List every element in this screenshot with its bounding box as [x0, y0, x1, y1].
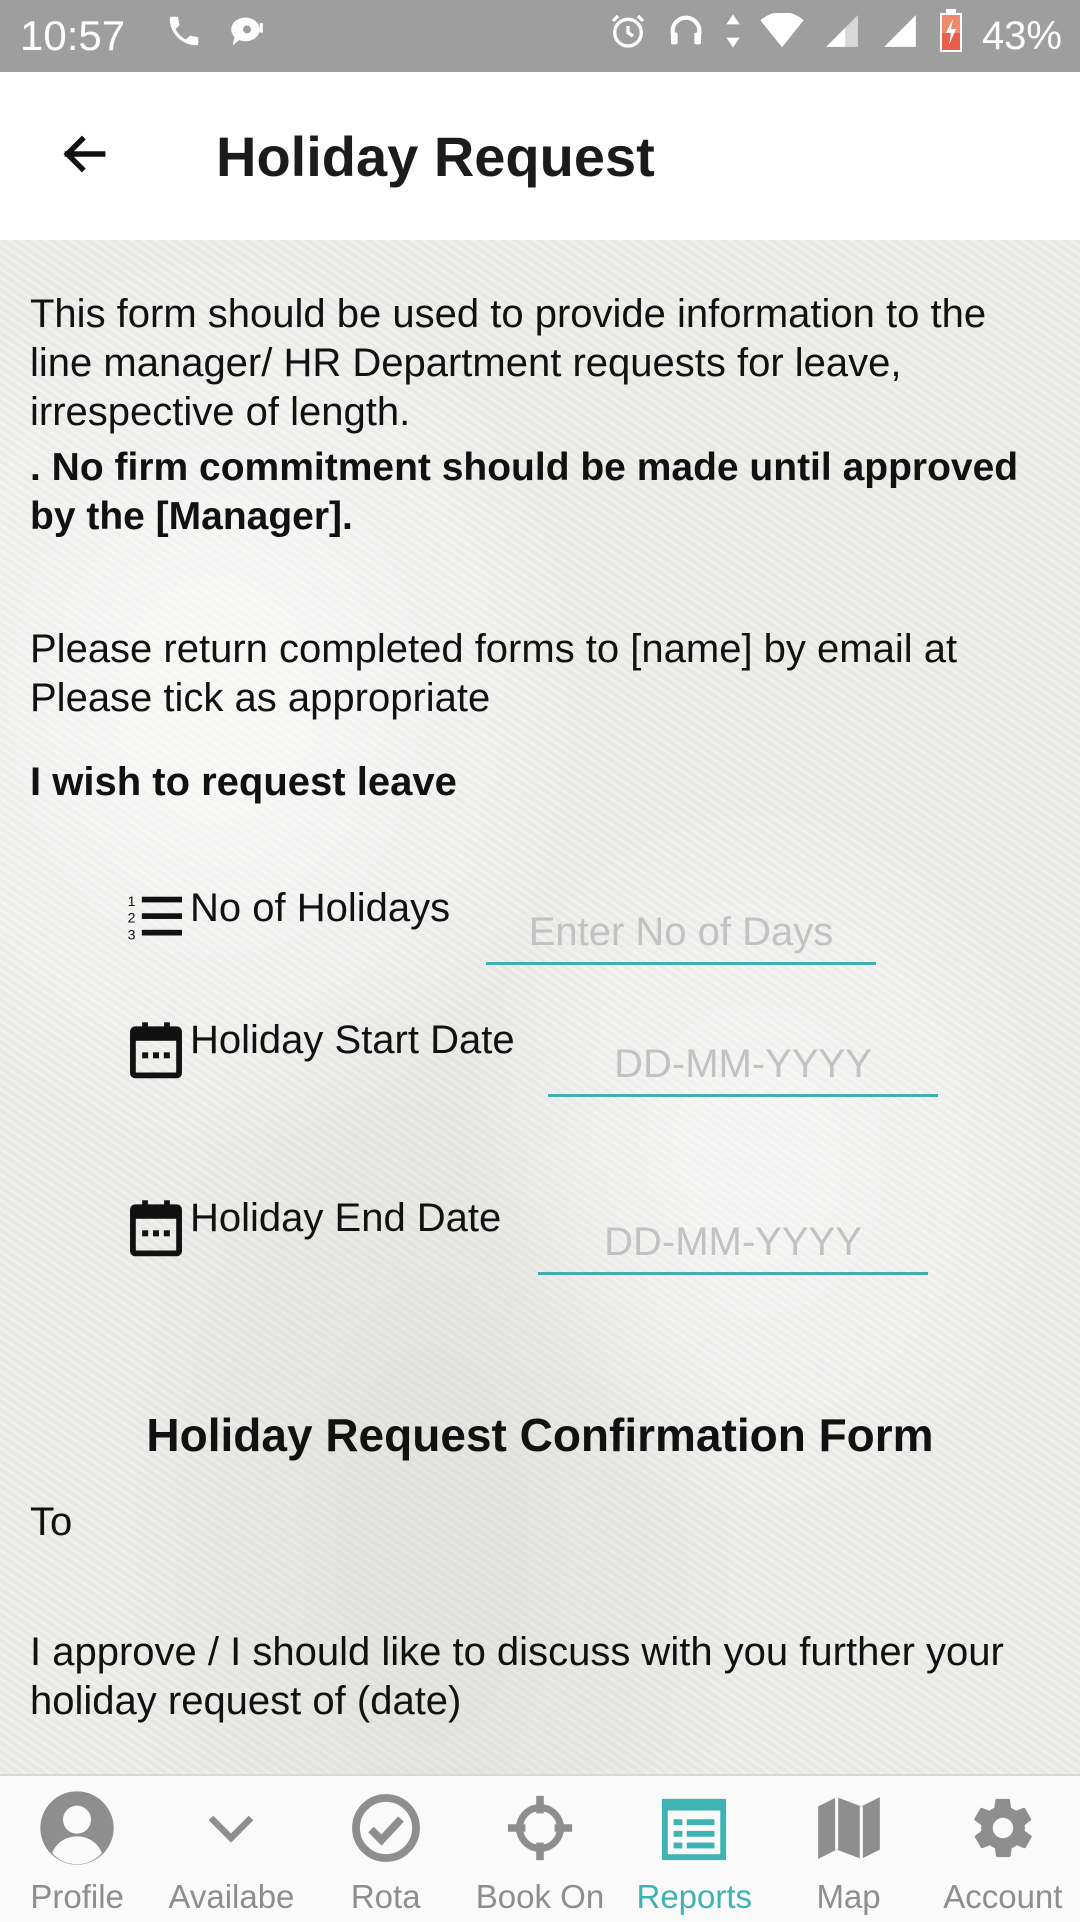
- nav-item-account[interactable]: Account: [926, 1776, 1080, 1922]
- map-icon: [807, 1786, 891, 1870]
- nav-item-map[interactable]: Map: [771, 1776, 925, 1922]
- nav-item-book-on[interactable]: Book On: [463, 1776, 617, 1922]
- headset-icon: [666, 11, 706, 61]
- return-instructions: Please return completed forms to [name] …: [30, 627, 958, 720]
- nav-label-account: Account: [943, 1878, 1063, 1915]
- alarm-icon: [608, 11, 648, 61]
- confirmation-title: Holiday Request Confirmation Form: [146, 1409, 934, 1461]
- request-heading: I wish to request leave: [30, 760, 457, 804]
- chat-icon: [227, 12, 267, 60]
- svg-text:1: 1: [128, 894, 136, 910]
- calendar-icon: [126, 1018, 186, 1082]
- intro-section: This form should be used to provide info…: [30, 290, 1050, 541]
- wifi-icon: [760, 11, 804, 59]
- battery-icon: [938, 9, 964, 63]
- battery-level: 43%: [981, 13, 1062, 58]
- bottom-navigation: Profile Availabe Rota Book On Reports Ma…: [0, 1774, 1080, 1922]
- start-date-input[interactable]: [548, 1034, 938, 1097]
- to-label: To: [30, 1500, 73, 1544]
- holidays-input[interactable]: [486, 902, 876, 965]
- phone-icon: [165, 12, 203, 60]
- nav-item-availabe[interactable]: Availabe: [154, 1776, 308, 1922]
- nav-item-profile[interactable]: Profile: [0, 1776, 154, 1922]
- status-bar: 10:57 43%: [0, 0, 1080, 72]
- app-bar: Holiday Request: [0, 72, 1080, 242]
- profile-icon: [35, 1786, 119, 1870]
- approval-note: . No firm commitment should be made unti…: [30, 446, 1019, 538]
- svg-text:3: 3: [128, 927, 136, 943]
- chevron-down-icon: [189, 1786, 273, 1870]
- nav-label-book-on: Book On: [475, 1878, 605, 1915]
- numbered-list-icon: 123: [126, 886, 186, 950]
- check-circle-icon: [344, 1786, 428, 1870]
- holidays-label: No of Holidays: [190, 886, 451, 930]
- end-date-field-row: Holiday End Date: [126, 1196, 501, 1260]
- svg-text:2: 2: [128, 911, 136, 927]
- nav-label-profile: Profile: [30, 1878, 124, 1915]
- nav-label-map: Map: [816, 1878, 881, 1915]
- nav-label-availabe: Availabe: [168, 1878, 295, 1915]
- start-date-label: Holiday Start Date: [190, 1018, 515, 1062]
- crosshair-icon: [498, 1786, 582, 1870]
- nav-item-rota[interactable]: Rota: [309, 1776, 463, 1922]
- arrow-back-icon: [56, 129, 112, 184]
- data-arrows-icon: [724, 11, 742, 61]
- holidays-field-row: 123 No of Holidays: [126, 886, 450, 950]
- reports-icon: [652, 1786, 736, 1870]
- nav-item-reports[interactable]: Reports: [617, 1776, 771, 1922]
- signal-icon: [822, 12, 862, 60]
- page-title: Holiday Request: [216, 125, 655, 188]
- signal-icon: [880, 12, 920, 60]
- gear-icon: [961, 1786, 1045, 1870]
- calendar-icon: [126, 1196, 186, 1260]
- back-button[interactable]: [52, 124, 116, 188]
- nav-label-rota: Rota: [350, 1878, 421, 1915]
- status-time: 10:57: [20, 12, 126, 59]
- end-date-label: Holiday End Date: [190, 1196, 502, 1240]
- intro-text: This form should be used to provide info…: [30, 292, 987, 434]
- nav-label-reports: Reports: [636, 1878, 753, 1915]
- start-date-field-row: Holiday Start Date: [126, 1018, 515, 1082]
- end-date-input[interactable]: [538, 1212, 928, 1275]
- approve-text: I approve / I should like to discuss wit…: [30, 1630, 1004, 1723]
